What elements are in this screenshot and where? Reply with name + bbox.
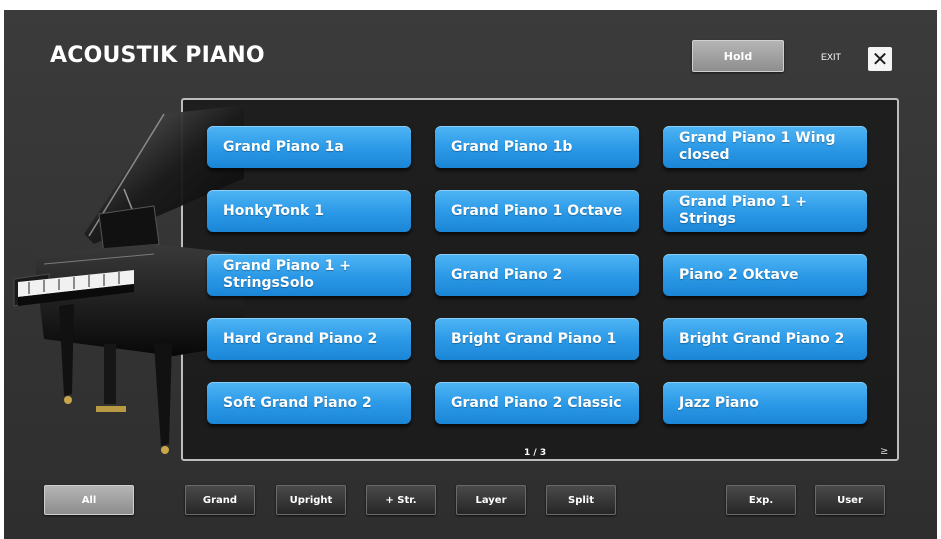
voice-button[interactable]: Grand Piano 2 Classic xyxy=(435,382,639,424)
filter-upright-button[interactable]: Upright xyxy=(276,485,346,515)
voice-label: HonkyTonk 1 xyxy=(223,202,324,219)
voice-label: Bright Grand Piano 1 xyxy=(451,330,617,347)
voice-button[interactable]: Hard Grand Piano 2 xyxy=(207,318,411,360)
voice-label: Grand Piano 2 Classic xyxy=(451,394,622,411)
voice-button[interactable]: HonkyTonk 1 xyxy=(207,190,411,232)
voice-button[interactable]: Bright Grand Piano 1 xyxy=(435,318,639,360)
voice-label: Grand Piano 1 + StringsSolo xyxy=(223,258,352,291)
voice-label: Bright Grand Piano 2 xyxy=(679,330,845,347)
voice-button[interactable]: Piano 2 Oktave xyxy=(663,254,867,296)
filter-split-button[interactable]: Split xyxy=(546,485,616,515)
filter-user-button[interactable]: User xyxy=(815,485,885,515)
exit-label: EXIT xyxy=(821,52,842,62)
voice-button[interactable]: Grand Piano 1 + StringsSolo xyxy=(207,254,411,296)
filter-strings-button[interactable]: + Str. xyxy=(366,485,436,515)
voice-label: Hard Grand Piano 2 xyxy=(223,330,378,347)
voice-button[interactable]: Bright Grand Piano 2 xyxy=(663,318,867,360)
voice-button[interactable]: Soft Grand Piano 2 xyxy=(207,382,411,424)
filter-layer-button[interactable]: Layer xyxy=(456,485,526,515)
voice-label: Grand Piano 1 Wing closed xyxy=(679,130,836,163)
page-title: ACOUSTIK PIANO xyxy=(50,43,265,68)
voice-label: Piano 2 Oktave xyxy=(679,266,799,283)
page-indicator: 1 / 3 xyxy=(524,448,547,458)
voice-button[interactable]: Grand Piano 1b xyxy=(435,126,639,168)
close-icon: ✕ xyxy=(871,47,889,71)
voice-label: Jazz Piano xyxy=(679,394,759,411)
voice-label: Soft Grand Piano 2 xyxy=(223,394,372,411)
filter-expansion-button[interactable]: Exp. xyxy=(726,485,796,515)
voice-selection-screen: ACOUSTIK PIANO Hold EXIT ✕ Grand Piano 1… xyxy=(4,10,937,539)
voice-label: Grand Piano 1b xyxy=(451,138,573,155)
voice-button[interactable]: Grand Piano 1 Octave xyxy=(435,190,639,232)
filter-grand-button[interactable]: Grand xyxy=(185,485,255,515)
chevron-right-icon[interactable]: ≥ xyxy=(880,446,888,457)
voice-button[interactable]: Jazz Piano xyxy=(663,382,867,424)
voice-label: Grand Piano 2 xyxy=(451,266,563,283)
voice-label: Grand Piano 1 Octave xyxy=(451,202,623,219)
voice-button[interactable]: Grand Piano 2 xyxy=(435,254,639,296)
close-button[interactable]: ✕ xyxy=(868,47,892,71)
voice-button[interactable]: Grand Piano 1a xyxy=(207,126,411,168)
voice-button[interactable]: Grand Piano 1 Wing closed xyxy=(663,126,867,168)
filter-all-button[interactable]: All xyxy=(44,485,134,515)
hold-button[interactable]: Hold xyxy=(692,40,784,72)
voice-label: Grand Piano 1 + Strings xyxy=(679,194,808,227)
voice-label: Grand Piano 1a xyxy=(223,138,344,155)
voice-button[interactable]: Grand Piano 1 + Strings xyxy=(663,190,867,232)
